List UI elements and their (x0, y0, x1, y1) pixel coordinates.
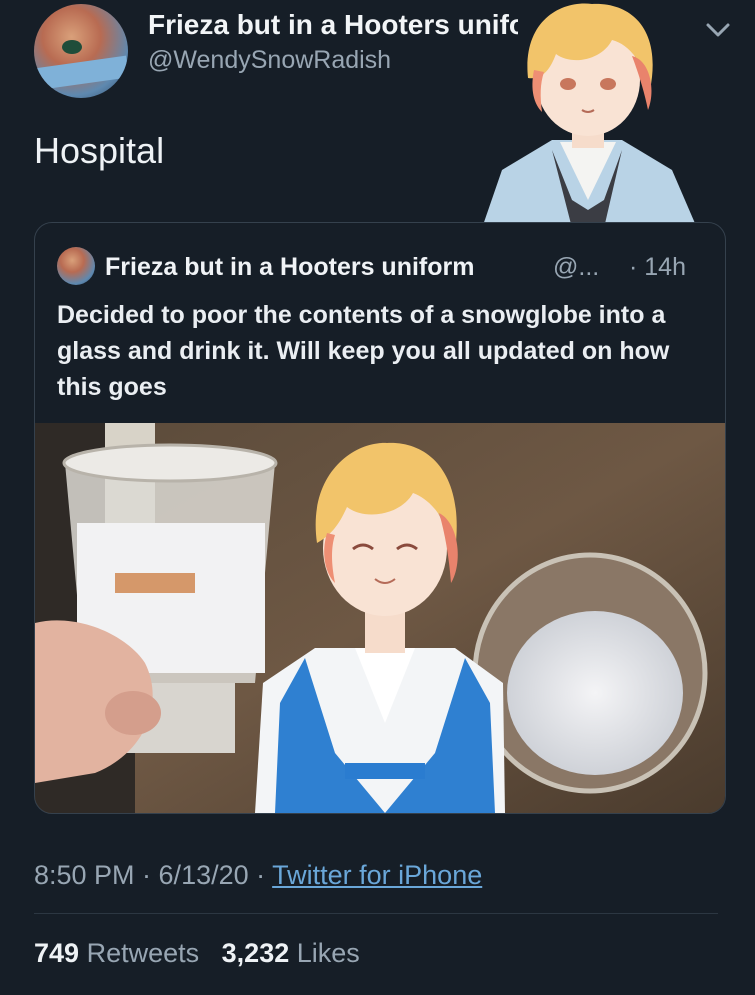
quoted-tweet-photo[interactable] (35, 423, 725, 813)
tweet-metadata: 8:50 PM · 6/13/20 · Twitter for iPhone (34, 860, 482, 891)
quoted-author-display-name: Frieza but in a Hooters uniform (105, 253, 475, 281)
likes-count[interactable]: 3,232 (222, 938, 290, 968)
author-avatar[interactable] (34, 4, 128, 98)
chevron-down-icon[interactable] (704, 20, 732, 40)
retweets-label[interactable]: Retweets (87, 938, 200, 968)
tweet-timestamp: 8:50 PM · 6/13/20 · (34, 860, 273, 890)
tweet-stats: 749 Retweets 3,232 Likes (34, 938, 360, 969)
tweet-source-link[interactable]: Twitter for iPhone (272, 860, 482, 890)
likes-label[interactable]: Likes (297, 938, 360, 968)
quoted-author-handle: @... (553, 253, 600, 281)
quoted-tweet-text: Decided to poor the contents of a snowgl… (57, 301, 670, 401)
author-handle[interactable]: @WendySnowRadish (148, 46, 391, 75)
character-sticker-image (482, 3, 697, 228)
quoted-tweet-card[interactable]: Frieza but in a Hooters uniform @... · 1… (34, 222, 726, 814)
quoted-author-avatar (57, 247, 95, 285)
quoted-tweet-time: · 14h (629, 253, 686, 281)
retweets-count[interactable]: 749 (34, 938, 79, 968)
divider (34, 913, 718, 914)
tweet-text: Hospital (34, 130, 165, 171)
author-display-name[interactable]: Frieza but in a Hooters uniform (148, 9, 518, 41)
